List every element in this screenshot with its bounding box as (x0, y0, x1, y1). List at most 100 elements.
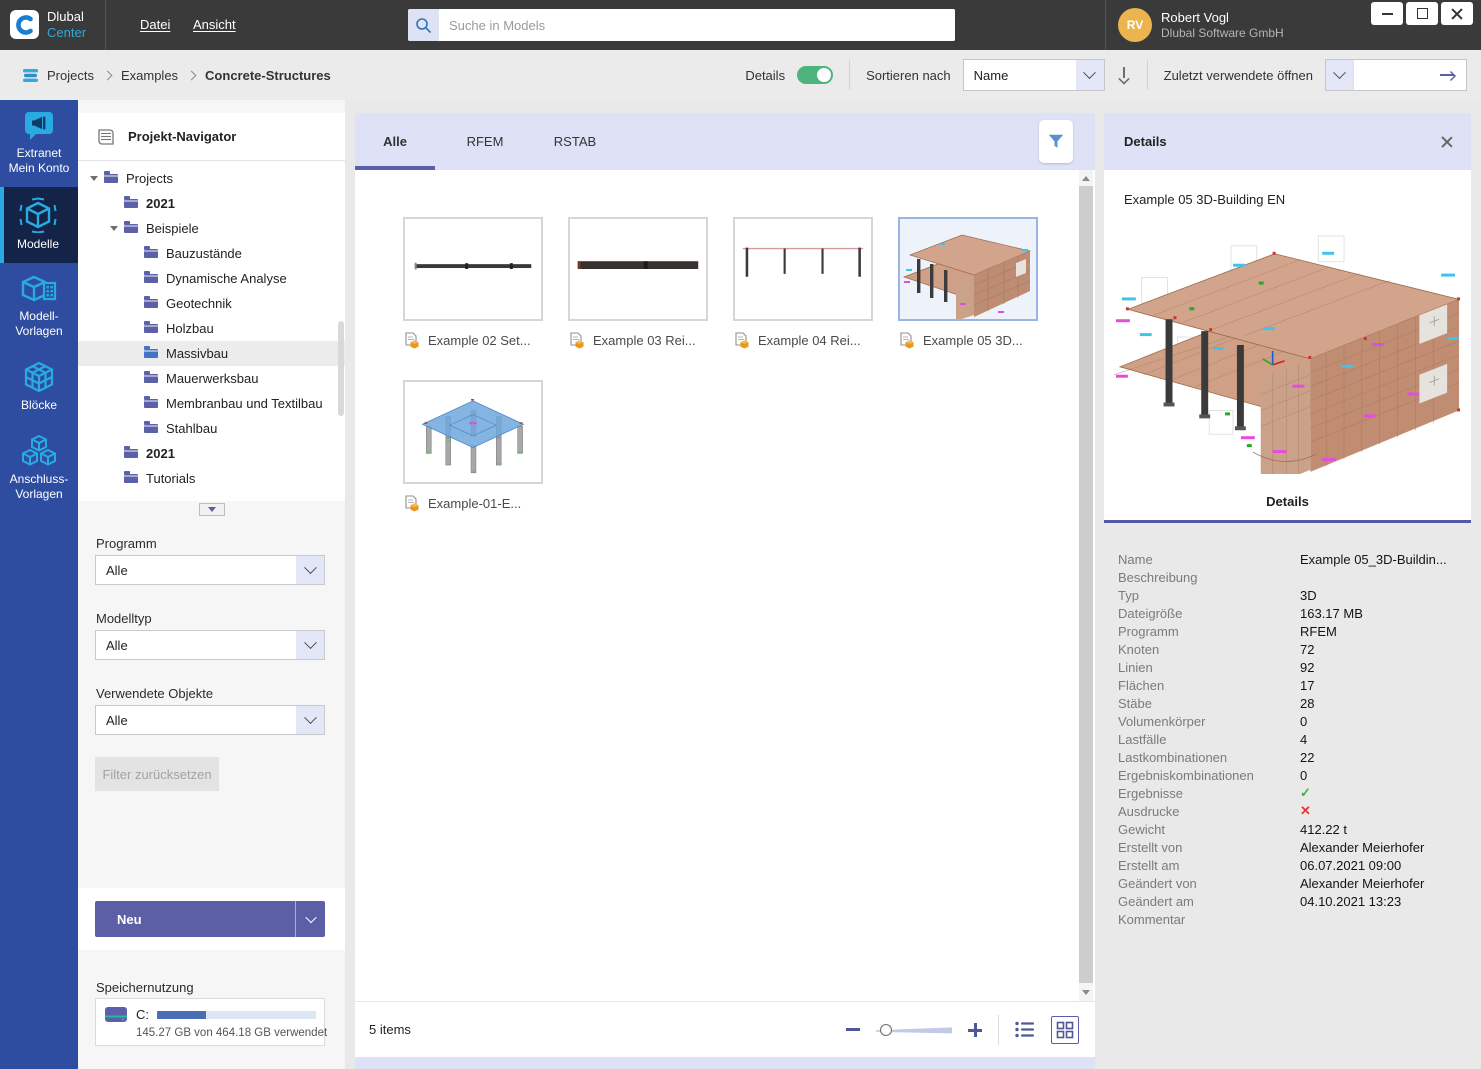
model-card[interactable]: Example 02 Set... (403, 217, 545, 349)
breadcrumb-projects[interactable]: Projects (47, 68, 94, 83)
filter-programm-select[interactable]: Alle (95, 555, 325, 585)
tree-item-holzbau[interactable]: Holzbau (78, 316, 345, 341)
model-cube-icon (19, 197, 57, 233)
folder-icon (104, 171, 118, 183)
zoom-controls (846, 1014, 1095, 1045)
sort-direction-icon[interactable] (1117, 67, 1131, 83)
model-file-icon (405, 495, 419, 512)
menu-datei[interactable]: Datei (140, 17, 170, 32)
tab-rstab[interactable]: RSTAB (535, 113, 615, 170)
folder-icon (124, 221, 138, 233)
tree-item-tutorials[interactable]: Tutorials (78, 466, 345, 491)
vertical-scrollbar[interactable] (1079, 170, 1093, 1001)
properties-list: Name Example 05_3D-Buildin... Beschreibun… (1118, 550, 1458, 928)
property-row: Erstellt von Alexander Meierhofer (1118, 839, 1425, 855)
property-row: Lastfälle 4 (1118, 731, 1308, 747)
model-card[interactable]: Example 04 Rei... (733, 217, 875, 349)
chevron-right-icon (102, 70, 113, 80)
tree-collapse-button[interactable] (198, 503, 225, 516)
navigator-document-icon (98, 128, 114, 145)
navigator-panel: Projekt-Navigator Projects 2021 Beispiel… (78, 100, 345, 1069)
search-input[interactable] (439, 9, 955, 41)
details-tab[interactable]: Details (1104, 494, 1471, 509)
model-card[interactable]: Example 03 Rei... (568, 217, 710, 349)
tree-item-2021[interactable]: 2021 (78, 191, 345, 216)
sort-select[interactable]: Name (962, 59, 1105, 91)
minimize-button[interactable] (1371, 2, 1403, 25)
tree-item-mauerwerksbau[interactable]: Mauerwerksbau (78, 366, 345, 391)
filter-objekte-select[interactable]: Alle (95, 705, 325, 735)
scroll-up-icon[interactable] (1079, 170, 1093, 186)
model-thumbnail[interactable] (403, 217, 543, 321)
model-thumbnail[interactable] (898, 217, 1038, 321)
divider (849, 60, 851, 90)
grid-view-button[interactable] (1051, 1015, 1079, 1044)
search-box[interactable] (408, 9, 955, 41)
tree-scrollbar[interactable] (338, 321, 344, 416)
tree-item-massivbau[interactable]: Massivbau (78, 341, 345, 366)
check-icon: ✓ (1300, 785, 1311, 800)
tab-alle[interactable]: Alle (355, 113, 435, 170)
model-file-icon (570, 332, 584, 349)
rail-item-modell-vorlagen[interactable]: Modell- Vorlagen (0, 263, 78, 350)
slab-model-preview (421, 398, 525, 474)
open-arrow-icon[interactable] (1440, 69, 1456, 81)
folder-icon (144, 296, 158, 308)
folder-icon (124, 446, 138, 458)
tree-item-bauzustaende[interactable]: Bauzustände (78, 241, 345, 266)
blocks-icon (24, 361, 54, 393)
tree-item-2021-2[interactable]: 2021 (78, 441, 345, 466)
property-row: Erstellt am 06.07.2021 09:00 (1118, 857, 1402, 873)
search-icon[interactable] (408, 9, 439, 41)
filter-reset-button[interactable]: Filter zurücksetzen (95, 757, 219, 791)
scroll-down-icon[interactable] (1079, 985, 1093, 1001)
details-toggle[interactable] (797, 66, 834, 84)
rail-item-bloecke[interactable]: Blöcke (0, 350, 78, 424)
menu-ansicht[interactable]: Ansicht (193, 17, 236, 32)
folder-icon (144, 396, 158, 408)
tree-item-beispiele[interactable]: Beispiele (78, 216, 345, 241)
content-statusbar: 5 items (355, 1001, 1095, 1057)
model-thumbnail[interactable] (403, 380, 543, 484)
project-tree: Projects 2021 Beispiele Bauzustände Dyna… (78, 161, 345, 501)
zoom-in-icon[interactable] (968, 1022, 982, 1037)
model-card-selected[interactable]: Example 05 3D... (898, 217, 1040, 349)
list-view-icon[interactable] (1015, 1021, 1035, 1038)
sort-label: Sortieren nach (866, 67, 951, 83)
model-thumbnail[interactable] (733, 217, 873, 321)
new-button[interactable]: Neu (95, 901, 325, 937)
filter-modelltyp-label: Modelltyp (96, 611, 152, 626)
breadcrumb-examples[interactable]: Examples (121, 68, 178, 83)
tab-rfem[interactable]: RFEM (445, 113, 525, 170)
scrollbar-thumb[interactable] (1079, 186, 1093, 983)
filter-button[interactable] (1039, 120, 1073, 163)
tree-item-dynamische-analyse[interactable]: Dynamische Analyse (78, 266, 345, 291)
filter-modelltyp-select[interactable]: Alle (95, 630, 325, 660)
model-thumbnail[interactable] (568, 217, 708, 321)
close-icon[interactable] (1441, 136, 1453, 148)
rail-item-anschluss-vorlagen[interactable]: Anschluss- Vorlagen (0, 424, 78, 513)
slider-knob[interactable] (880, 1023, 892, 1036)
maximize-button[interactable] (1406, 2, 1438, 25)
recent-combo[interactable] (1325, 59, 1467, 91)
model-title: Example 05 3D-Building EN (1124, 192, 1286, 207)
new-dropdown-icon[interactable] (295, 901, 325, 937)
thumbnail-size-slider[interactable] (876, 1023, 952, 1037)
tree-item-stahlbau[interactable]: Stahlbau (78, 416, 345, 441)
rail-item-modelle[interactable]: Modelle (0, 187, 78, 263)
close-button[interactable] (1441, 2, 1473, 25)
cross-icon: ✕ (1300, 803, 1311, 818)
property-row: Kommentar (1118, 911, 1186, 927)
tree-item-membranbau[interactable]: Membranbau und Textilbau (78, 391, 345, 416)
rail-item-extranet[interactable]: Extranet Mein Konto (0, 100, 78, 187)
avatar[interactable]: RV (1118, 8, 1152, 42)
tree-item-projects[interactable]: Projects (78, 166, 345, 191)
zoom-out-icon[interactable] (846, 1028, 860, 1031)
user-block[interactable]: RV Robert Vogl Dlubal Software GmbH (1118, 8, 1284, 42)
divider (1105, 0, 1106, 50)
breadcrumb-current: Concrete-Structures (205, 67, 331, 83)
model-card[interactable]: Example-01-E... (403, 380, 545, 512)
tree-item-geotechnik[interactable]: Geotechnik (78, 291, 345, 316)
model-file-icon (405, 332, 419, 349)
property-row-ausdrucke: Ausdrucke ✕ (1118, 802, 1458, 820)
